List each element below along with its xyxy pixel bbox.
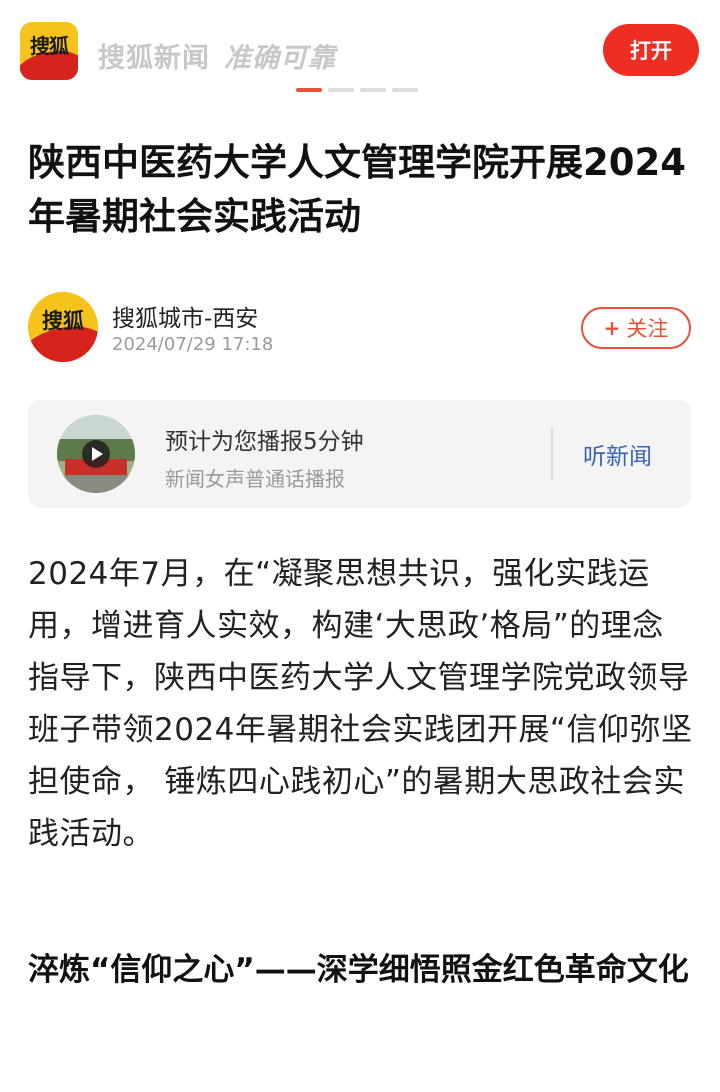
carousel-dot-active <box>296 88 322 92</box>
sohu-logo[interactable]: 搜狐 <box>20 22 78 80</box>
carousel-dot <box>360 88 386 92</box>
brand-slogan: 准确可靠 <box>224 43 336 74</box>
audio-news-card[interactable]: 预计为您播报5分钟 新闻女声普通话播报 听新闻 <box>28 400 691 508</box>
logo-text: 搜狐 <box>30 34 69 58</box>
follow-button[interactable]: + 关注 <box>581 307 691 349</box>
audio-thumbnail[interactable] <box>57 415 135 493</box>
plus-icon: + <box>603 316 621 340</box>
listen-news-button[interactable]: 听新闻 <box>583 437 652 471</box>
article-paragraph: 2024年7月，在“凝聚思想共识，强化实践运用，增进育人实效，构建‘大思政’格局… <box>28 556 693 852</box>
article-title: 陕西中医药大学人文管理学院开展2024年暑期社会实践活动 <box>28 141 686 238</box>
follow-label: 关注 <box>626 317 669 341</box>
avatar-text: 搜狐 <box>42 309 84 333</box>
thumbnail-ground <box>57 475 135 493</box>
author-name[interactable]: 搜狐城市-西安 <box>112 299 258 333</box>
publish-time: 2024/07/29 17:18 <box>112 334 274 355</box>
carousel-dot <box>328 88 354 92</box>
author-avatar[interactable]: 搜狐 <box>28 292 98 362</box>
audio-voice-text: 新闻女声普通话播报 <box>165 467 345 491</box>
carousel-dot <box>392 88 418 92</box>
audio-duration-text: 预计为您播报5分钟 <box>165 429 364 455</box>
top-app-banner: 搜狐 搜狐新闻 准确可靠 打开 <box>0 0 720 100</box>
section-heading: 淬炼“信仰之心”——深学细悟照金红色革命文化 <box>28 952 689 988</box>
brand-name: 搜狐新闻 <box>98 43 210 74</box>
open-app-button[interactable]: 打开 <box>603 24 699 76</box>
play-icon[interactable] <box>82 440 110 468</box>
card-divider <box>551 428 553 480</box>
